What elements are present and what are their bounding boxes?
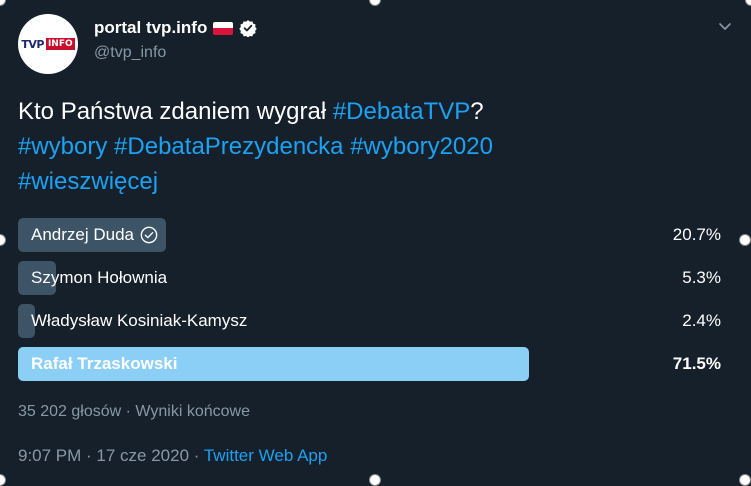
logo-tvp-text: TVP xyxy=(21,37,44,51)
poll-meta: 35 202 głosów · Wyniki końcowe xyxy=(18,403,250,420)
poll-option: Władysław Kosiniak-Kamysz 2.4% xyxy=(18,304,733,338)
timestamp[interactable]: 9:07 PM · 17 cze 2020 · xyxy=(18,446,204,465)
question-mark: ? xyxy=(470,98,484,125)
poll-option-label: Szymon Hołownia xyxy=(31,261,167,295)
chevron-down-icon[interactable] xyxy=(717,18,733,34)
hashtag-wieszwiecej[interactable]: #wieszwięcej xyxy=(18,168,158,195)
tweet-question: Kto Państwa zdaniem wygrał xyxy=(18,98,333,125)
poll-option-text: Szymon Hołownia xyxy=(31,268,168,287)
logo-info-text: INFO xyxy=(45,38,75,50)
poll-option-label: Andrzej Duda xyxy=(31,218,158,252)
tweet-card: TVP INFO portal tvp.info @tvp_info Kto P… xyxy=(0,0,751,480)
selection-handle[interactable] xyxy=(739,234,751,246)
poll-option-percent: 20.7% xyxy=(672,225,721,244)
author-display-name[interactable]: portal tvp.info xyxy=(94,18,207,38)
verified-badge-icon xyxy=(239,19,258,37)
poll-option-label: Rafał Trzaskowski xyxy=(31,347,177,381)
poll-option: Szymon Hołownia 5.3% xyxy=(18,261,733,295)
poll-option-percent: 71.5% xyxy=(672,354,721,373)
poll-option-text: Rafał Trzaskowski xyxy=(31,354,178,373)
poll-option-text: Władysław Kosiniak-Kamysz xyxy=(31,311,248,330)
poll-option-percent: 2.4% xyxy=(682,311,721,330)
selection-handle[interactable] xyxy=(369,474,381,486)
tweet-footer: 9:07 PM · 17 cze 2020 · Twitter Web App xyxy=(18,446,327,466)
source-app-link[interactable]: Twitter Web App xyxy=(204,446,327,465)
tvp-info-logo: TVP INFO xyxy=(21,37,75,51)
poll-option-percent: 5.3% xyxy=(682,268,721,287)
poll-option-label: Władysław Kosiniak-Kamysz xyxy=(31,304,247,338)
hashtag-wybory[interactable]: #wybory xyxy=(18,133,107,160)
hashtag-wybory2020[interactable]: #wybory2020 xyxy=(350,133,493,160)
hashtag-debatatvp[interactable]: #DebataTVP xyxy=(333,98,470,125)
tweet-text: Kto Państwa zdaniem wygrał #DebataTVP? #… xyxy=(18,94,733,199)
selection-handle[interactable] xyxy=(739,474,751,486)
author-handle[interactable]: @tvp_info xyxy=(94,44,166,62)
author-name-row: portal tvp.info xyxy=(94,18,258,38)
hashtag-debataprezydencka[interactable]: #DebataPrezydencka xyxy=(114,133,343,160)
voted-check-icon xyxy=(140,226,158,244)
poland-flag-icon xyxy=(213,21,234,35)
poll: Andrzej Duda 20.7% Szymon Hołownia 5.3% … xyxy=(18,218,733,390)
poll-option-text: Andrzej Duda xyxy=(31,225,135,244)
poll-option-winner: Rafał Trzaskowski 71.5% xyxy=(18,347,733,381)
poll-option: Andrzej Duda 20.7% xyxy=(18,218,733,252)
avatar[interactable]: TVP INFO xyxy=(18,14,78,74)
